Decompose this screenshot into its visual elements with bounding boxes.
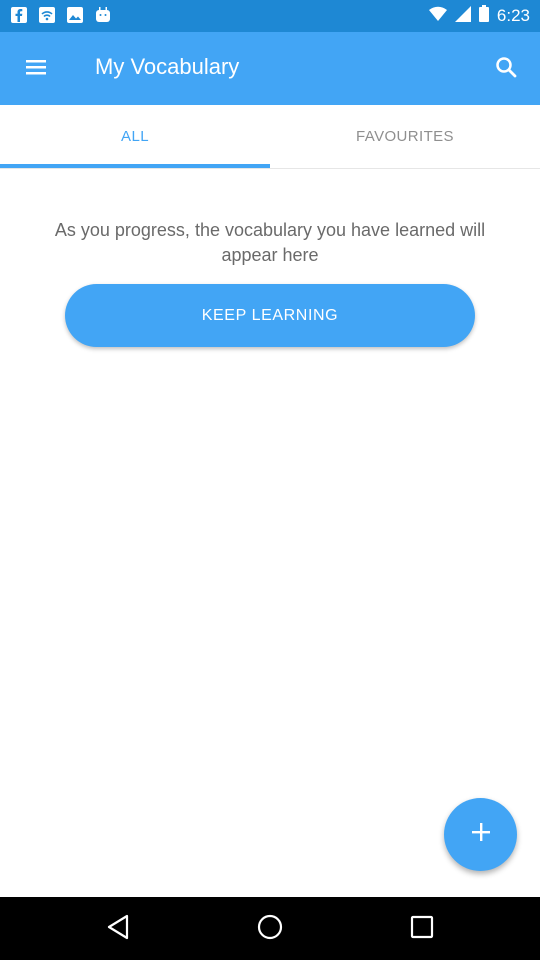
status-time: 6:23 bbox=[496, 6, 530, 25]
status-bar: 6:23 bbox=[0, 0, 540, 32]
facebook-icon bbox=[10, 6, 28, 24]
android-icon bbox=[94, 6, 112, 24]
back-button[interactable] bbox=[94, 905, 142, 953]
tab-favourites[interactable]: FAVOURITES bbox=[270, 105, 540, 168]
battery-icon bbox=[478, 5, 489, 27]
photo-icon bbox=[66, 6, 84, 24]
system-nav-bar bbox=[0, 897, 540, 960]
back-icon bbox=[105, 913, 131, 946]
system-status: 6:23 bbox=[428, 0, 530, 32]
tab-bar: ALL FAVOURITES bbox=[0, 105, 540, 169]
tab-all[interactable]: ALL bbox=[0, 105, 270, 168]
search-button[interactable] bbox=[484, 47, 528, 91]
app-bar: My Vocabulary bbox=[0, 32, 540, 105]
page-title: My Vocabulary bbox=[95, 54, 240, 79]
search-icon bbox=[494, 55, 518, 84]
recent-apps-button[interactable] bbox=[398, 905, 446, 953]
home-button[interactable] bbox=[246, 905, 294, 953]
home-icon bbox=[256, 913, 284, 946]
menu-icon bbox=[24, 57, 48, 82]
recent-apps-icon bbox=[409, 914, 435, 945]
menu-button[interactable] bbox=[16, 49, 56, 89]
signal-icon bbox=[454, 5, 471, 27]
keep-learning-button[interactable]: KEEP LEARNING bbox=[65, 284, 475, 347]
notification-icons bbox=[10, 6, 112, 24]
tab-indicator bbox=[0, 164, 270, 168]
plus-icon bbox=[470, 821, 492, 848]
empty-state-message: As you progress, the vocabulary you have… bbox=[54, 220, 486, 265]
wifi-icon bbox=[428, 6, 447, 27]
add-button[interactable] bbox=[444, 798, 517, 871]
wifi-square-icon bbox=[38, 6, 56, 24]
